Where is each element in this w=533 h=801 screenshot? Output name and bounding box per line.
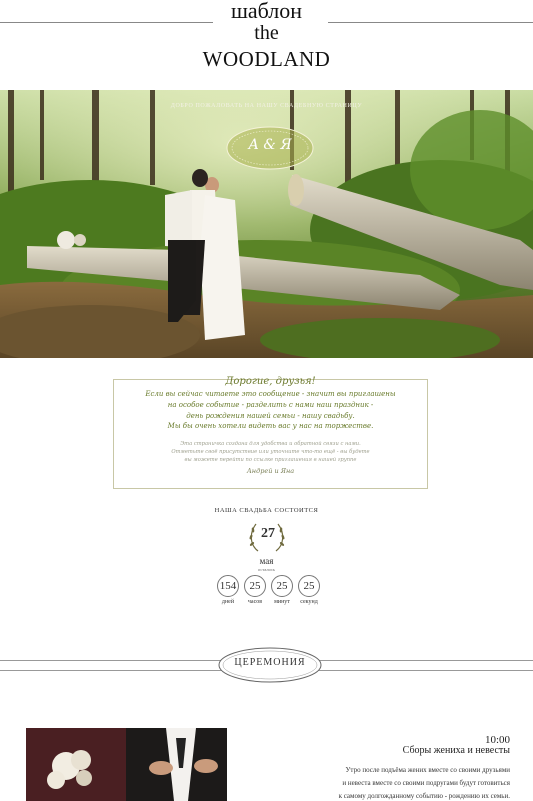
site-title-line-3: WOODLAND: [202, 47, 331, 71]
event-description-line: Утро после подъёма жених вместе со своим…: [345, 766, 510, 774]
event-title: Сборы жениха и невесты: [402, 745, 510, 756]
monogram-initials: А & Я: [248, 137, 292, 153]
invitation-text-line: Если вы сейчас читаете это сообщение - з…: [145, 390, 396, 398]
invitation-signature: Андрей и Яна: [246, 467, 295, 475]
invitation-text-line: на особое событие - разделить с нами наш…: [167, 401, 374, 409]
countdown-title: НАША СВАДЬБА СОСТОИТСЯ: [214, 507, 319, 514]
event-description-line: и невеста вместе со своими подругами буд…: [342, 779, 510, 787]
hero-caption: ДОБРО ПОЖАЛОВАТЬ НА НАШУ СВАДЕБНУЮ СТРАН…: [170, 103, 363, 109]
invitation-note-line: Эта страничка создана для удобства и обр…: [180, 441, 361, 447]
countdown-days-value: 154: [217, 575, 239, 597]
invitation-greeting: Дорогие, друзья!: [225, 376, 316, 387]
ceremony-title: ЦЕРЕМОНИЯ: [234, 657, 306, 668]
wedding-month: мая: [259, 556, 274, 566]
wedding-day: 27: [261, 526, 275, 541]
invitation-note-line: вы можете перейти по ссылке приглашения …: [184, 457, 357, 463]
event-description-line: к самому долгожданному событию - рождени…: [338, 792, 510, 800]
countdown-remaining-label: осталось: [257, 567, 276, 572]
countdown-minutes-value: 25: [271, 575, 293, 597]
event-photo: [26, 728, 227, 801]
countdown-seconds-label: секунд: [300, 599, 318, 605]
site-title-line-2: the: [254, 22, 279, 44]
event-photo-illustration: [26, 728, 227, 801]
invitation-text-line: день рождения нашей семьи - нашу свадьбу…: [186, 412, 355, 420]
countdown-seconds-value: 25: [298, 575, 320, 597]
countdown-hours-value: 25: [244, 575, 266, 597]
site-title-line-1: шаблон: [230, 0, 303, 23]
invitation-note-line: Отметьте своё присутствие или уточните ч…: [171, 449, 370, 455]
invitation-text-line: Мы бы очень хотели видеть вас у нас на т…: [167, 422, 374, 430]
